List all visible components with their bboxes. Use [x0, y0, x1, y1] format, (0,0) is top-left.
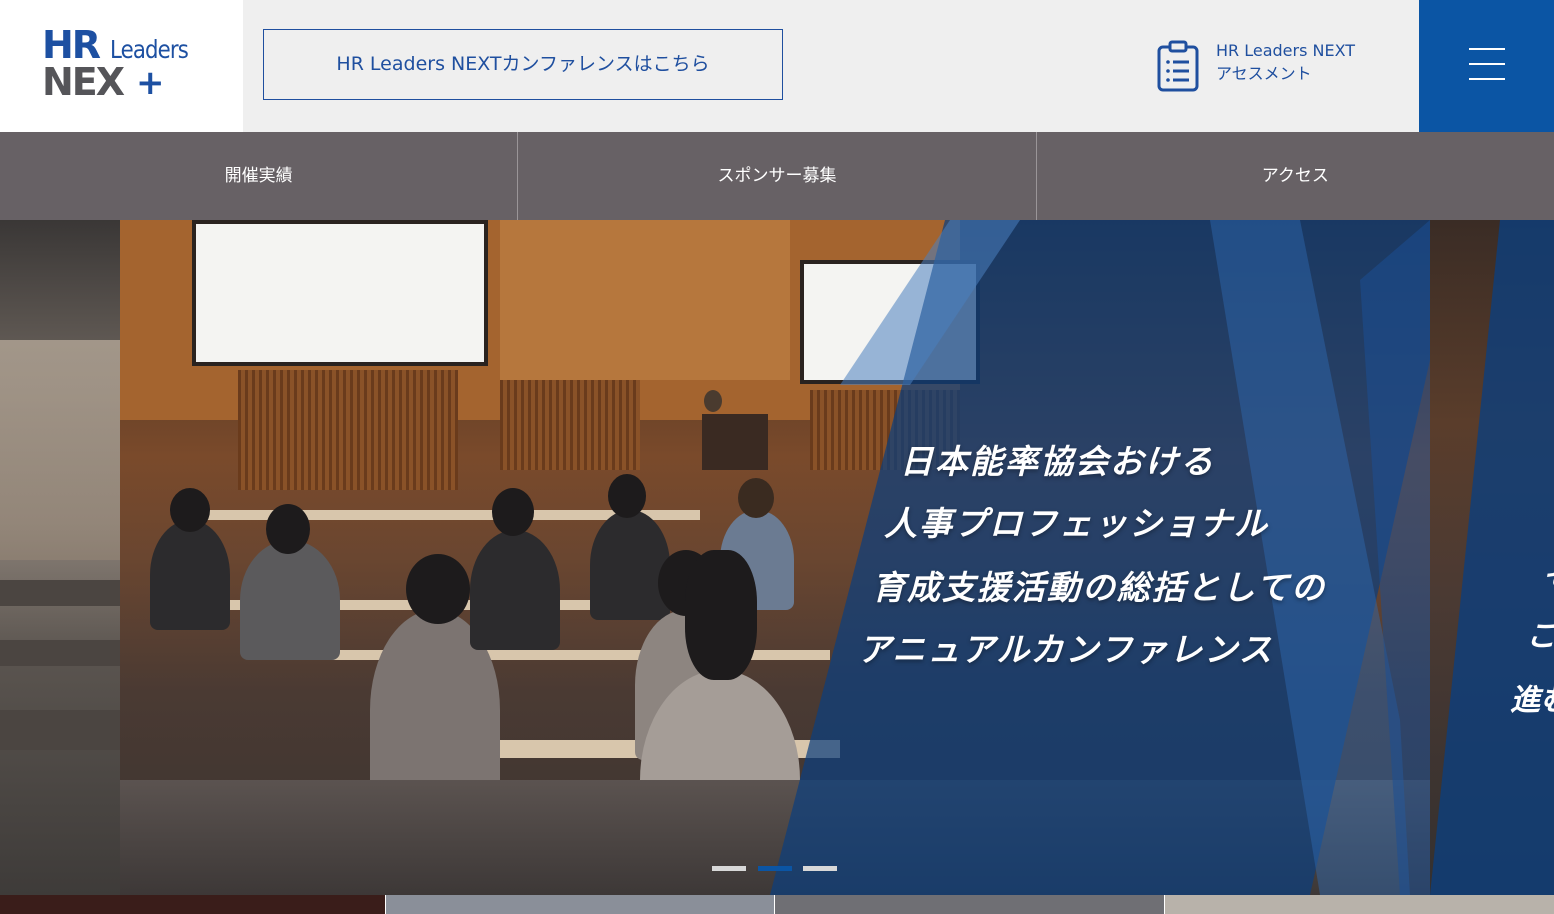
next-slide-peek[interactable]: そ こ 進む: [1430, 220, 1554, 895]
hero-headline-line-4: アニュアルカンファレンス: [858, 630, 1274, 669]
next-slide-text-line: 進む: [1510, 683, 1554, 718]
assessment-label-line1: HR Leaders NEXT: [1216, 41, 1356, 60]
logo-plus-mark: +: [136, 63, 165, 103]
nav-item-label: 開催実績: [224, 165, 293, 186]
nav-item-sponsor[interactable]: スポンサー募集: [518, 132, 1037, 220]
previous-slide-audience-row: [0, 580, 120, 606]
hamburger-menu-icon-bar: [1469, 78, 1505, 80]
hero-headline-line-1: 日本能率協会おける: [900, 442, 1215, 481]
hero-headline: 日本能率協会おける 人事プロフェッショナル 育成支援活動の総括としての アニュア…: [120, 220, 1430, 895]
conference-link-button[interactable]: HR Leaders NEXTカンファレンスはこちら: [263, 29, 783, 100]
next-section-thumbnails: [0, 895, 1554, 914]
previous-slide-audience-row: [0, 710, 120, 750]
clipboard-list-icon: [1157, 40, 1199, 92]
thumbnail-strip: [0, 895, 386, 914]
site-logo[interactable]: HR Leaders NEX +: [42, 26, 202, 106]
nav-item-results[interactable]: 開催実績: [0, 132, 519, 220]
slider-dot-1[interactable]: [712, 866, 746, 871]
nav-item-label: アクセス: [1261, 165, 1329, 186]
global-nav: 開催実績 スポンサー募集 アクセス: [0, 132, 1554, 220]
previous-slide-audience-row: [0, 640, 120, 666]
next-slide-text-line: そ: [1542, 560, 1554, 594]
hero-slider[interactable]: 日本能率協会おける 人事プロフェッショナル 育成支援活動の総括としての アニュア…: [0, 220, 1554, 895]
thumbnail-strip: [1165, 895, 1554, 914]
conference-link-label: HR Leaders NEXTカンファレンスはこちら: [336, 53, 710, 75]
slider-dot-2[interactable]: [758, 866, 792, 871]
logo-container: HR Leaders NEX +: [0, 0, 243, 132]
slider-pagination: [712, 866, 842, 874]
nav-item-access[interactable]: アクセス: [1037, 132, 1554, 220]
next-slide-blue-overlay: [1430, 220, 1554, 895]
assessment-label-line2: アセスメント: [1216, 64, 1312, 83]
hamburger-menu-icon-bar: [1469, 48, 1505, 50]
thumbnail-strip: [775, 895, 1165, 914]
site-header: HR Leaders NEX + HR Leaders NEXTカンファレンスは…: [0, 0, 1554, 132]
hamburger-menu-icon-bar: [1469, 63, 1505, 65]
next-slide-text-line: こ: [1526, 619, 1554, 654]
thumbnail-strip: [386, 895, 775, 914]
hamburger-menu-button[interactable]: [1419, 0, 1554, 132]
logo-word-next: NEX: [42, 60, 125, 104]
hero-headline-line-2: 人事プロフェッショナル: [884, 504, 1269, 543]
logo-word-hr: HR: [42, 23, 101, 67]
hero-slide-active: 日本能率協会おける 人事プロフェッショナル 育成支援活動の総括としての アニュア…: [120, 220, 1430, 895]
hero-headline-line-3: 育成支援活動の総括としての: [872, 568, 1327, 607]
assessment-link[interactable]: HR Leaders NEXT アセスメント: [1156, 38, 1366, 94]
previous-slide-wall: [0, 340, 120, 560]
previous-slide-peek[interactable]: [0, 220, 120, 895]
nav-item-label: スポンサー募集: [717, 165, 837, 186]
slider-dot-3[interactable]: [803, 866, 837, 871]
